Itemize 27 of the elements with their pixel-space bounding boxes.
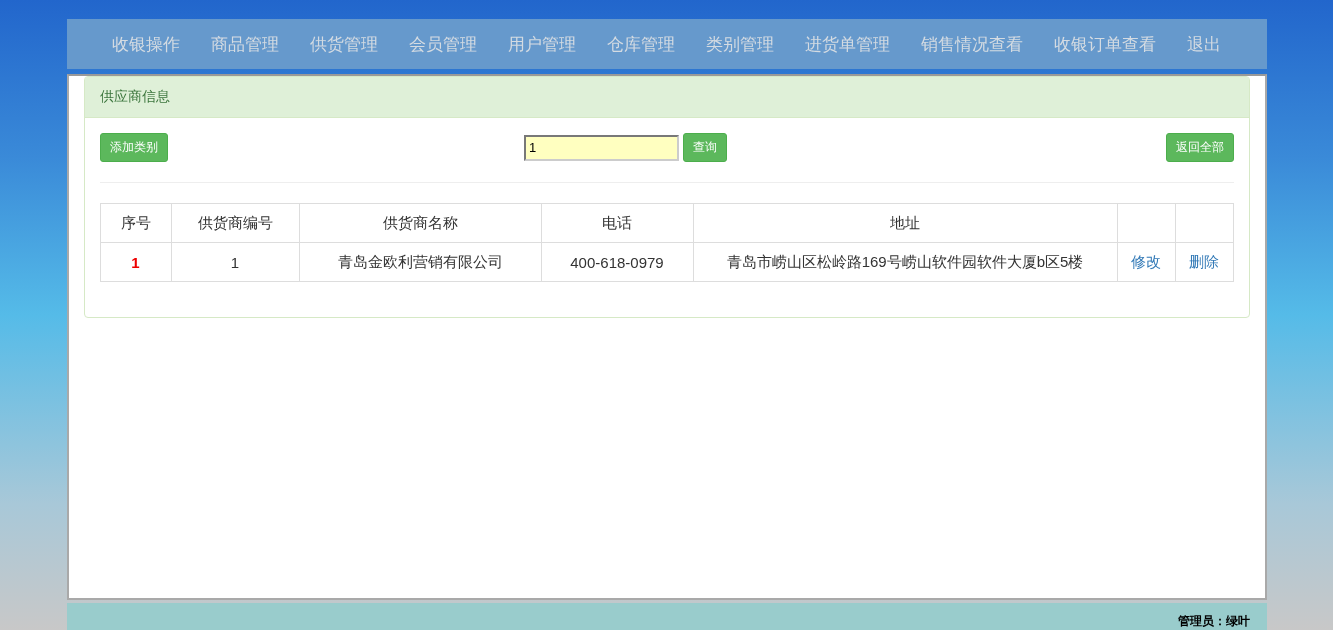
search-field[interactable]: 1 xyxy=(524,134,679,161)
nav-link[interactable]: 供货管理 xyxy=(309,32,378,56)
show-all-button[interactable]: 返回全部 xyxy=(1165,133,1234,162)
table-cell: 400-618-0979 xyxy=(541,242,693,282)
search-button[interactable]: 查询 xyxy=(683,133,727,162)
nav-link[interactable]: 收银操作 xyxy=(111,32,180,56)
column-header: 序号 xyxy=(100,203,171,243)
admin-label: 管理员：绿叶 xyxy=(1177,614,1250,630)
column-header: 供货商编号 xyxy=(171,203,299,243)
nav-link[interactable]: 类别管理 xyxy=(705,32,774,56)
nav-link[interactable]: 用户管理 xyxy=(507,32,576,56)
table-cell: 青岛市崂山区松岭路169号崂山软件园软件大厦b区5楼 xyxy=(693,242,1117,282)
nav-link[interactable]: 仓库管理 xyxy=(606,32,675,56)
column-header: 电话 xyxy=(541,203,693,243)
panel-title: 供应商信息 xyxy=(99,88,170,106)
nav-link[interactable]: 销售情况查看 xyxy=(920,32,1023,56)
column-header: 供货商名称 xyxy=(299,203,541,243)
table-cell: 1 xyxy=(171,242,299,282)
nav-link[interactable]: 商品管理 xyxy=(210,32,279,56)
row-number: 1 xyxy=(100,242,171,282)
table-cell: 青岛金欧利营销有限公司 xyxy=(299,242,541,282)
nav-link[interactable]: 退出 xyxy=(1186,32,1221,56)
column-header: 地址 xyxy=(693,203,1117,243)
nav-link[interactable]: 会员管理 xyxy=(408,32,477,56)
nav-link[interactable]: 进货单管理 xyxy=(804,32,890,56)
nav-link[interactable]: 收银订单查看 xyxy=(1053,32,1156,56)
add-button[interactable]: 添加类别 xyxy=(99,133,168,162)
